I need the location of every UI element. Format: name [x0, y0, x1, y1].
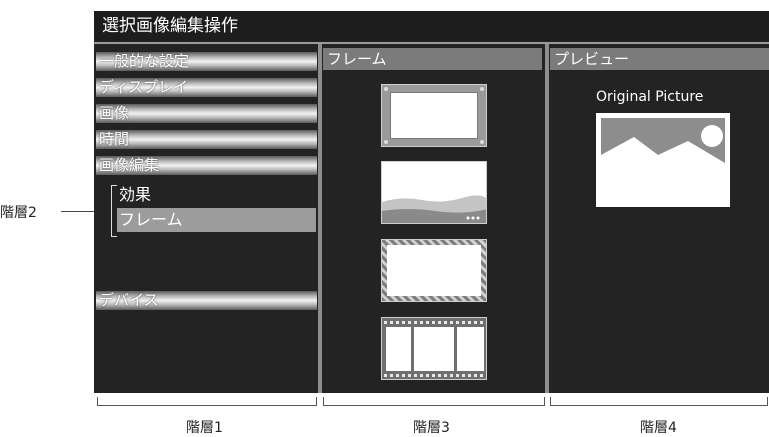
menu-item-time[interactable]: 時間	[96, 130, 317, 149]
menu-item-picture[interactable]: 画像	[96, 104, 317, 123]
menu-item-display[interactable]: ディスプレイ	[96, 78, 317, 97]
image-placeholder-icon	[596, 113, 730, 207]
layer3-label: 階層3	[413, 420, 450, 436]
film-cell	[414, 327, 454, 371]
frame-thumb-plain[interactable]	[381, 84, 487, 147]
tv-screen: 選択画像編集操作 一般的な設定 ディスプレイ 画像 時間 画像編集 効果 フレー…	[94, 11, 769, 393]
layer1-brace	[97, 397, 317, 406]
submenu-item-frame[interactable]: フレーム	[117, 208, 316, 232]
menu-item-image-editing[interactable]: 画像編集	[96, 156, 317, 175]
column-divider-2	[545, 44, 549, 393]
corner-dot	[384, 87, 388, 91]
layer4-brace	[550, 397, 768, 406]
film-cell	[386, 327, 411, 371]
column-divider-1	[318, 44, 322, 393]
frame-thumb-hatched[interactable]	[381, 239, 487, 302]
window-title: 選択画像編集操作	[94, 11, 769, 41]
preview-caption: Original Picture	[596, 89, 704, 105]
frame-column-header: フレーム	[323, 48, 542, 70]
layer3-brace	[323, 397, 545, 406]
film-perforations-top	[384, 321, 484, 324]
preview-picture	[601, 118, 725, 170]
submenu-item-effect[interactable]: 効果	[117, 183, 151, 207]
preview-column-header: プレビュー	[550, 48, 769, 70]
frame-thumb-hatched-area	[387, 245, 481, 296]
film-perforations-bottom	[384, 374, 484, 377]
corner-dot	[384, 140, 388, 144]
frame-thumb-film-strip[interactable]	[381, 317, 487, 380]
corner-dot	[480, 87, 484, 91]
band-wave-icon	[382, 195, 486, 223]
layer4-label: 階層4	[640, 420, 677, 436]
frame-thumb-landscape-band[interactable]	[381, 161, 487, 224]
title-divider	[94, 42, 769, 44]
menu-item-device[interactable]: デバイス	[96, 291, 317, 310]
layer2-label: 階層2	[0, 205, 37, 221]
menu-item-general-settings[interactable]: 一般的な設定	[96, 52, 317, 71]
frame-thumb-plain-area	[390, 92, 478, 139]
film-cell	[457, 327, 484, 371]
corner-dot	[480, 140, 484, 144]
layer1-label: 階層1	[186, 420, 223, 436]
